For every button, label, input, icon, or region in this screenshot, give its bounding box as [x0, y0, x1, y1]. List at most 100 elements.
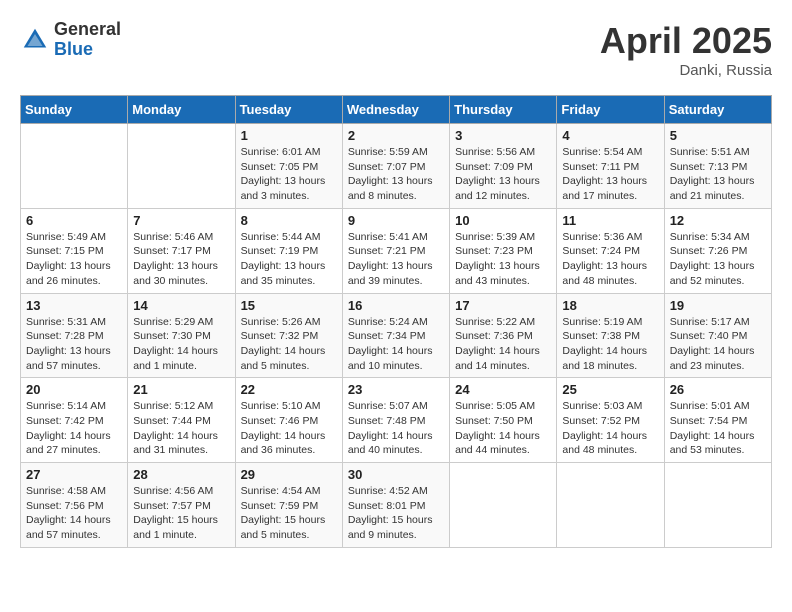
logo-general: General — [54, 20, 121, 40]
page-header: General Blue April 2025 Danki, Russia — [20, 20, 772, 79]
day-number: 1 — [241, 128, 337, 143]
day-detail: Sunrise: 5:36 AM Sunset: 7:24 PM Dayligh… — [562, 230, 658, 289]
day-detail: Sunrise: 4:58 AM Sunset: 7:56 PM Dayligh… — [26, 484, 122, 543]
day-detail: Sunrise: 4:54 AM Sunset: 7:59 PM Dayligh… — [241, 484, 337, 543]
day-number: 17 — [455, 298, 551, 313]
calendar-week-row: 20 Sunrise: 5:14 AM Sunset: 7:42 PM Dayli… — [21, 378, 772, 463]
logo-icon — [20, 25, 50, 55]
day-detail: Sunrise: 5:10 AM Sunset: 7:46 PM Dayligh… — [241, 399, 337, 458]
table-row: 8 Sunrise: 5:44 AM Sunset: 7:19 PM Daylig… — [235, 208, 342, 293]
day-number: 4 — [562, 128, 658, 143]
table-row: 30Sunrise: 4:52 AM Sunset: 8:01 PM Dayli… — [342, 463, 449, 548]
table-row: 9 Sunrise: 5:41 AM Sunset: 7:21 PM Daylig… — [342, 208, 449, 293]
table-row: 22 Sunrise: 5:10 AM Sunset: 7:46 PM Dayli… — [235, 378, 342, 463]
day-number: 12 — [670, 213, 766, 228]
day-detail: Sunrise: 5:49 AM Sunset: 7:15 PM Dayligh… — [26, 230, 122, 289]
table-row — [128, 124, 235, 209]
day-detail: Sunrise: 5:26 AM Sunset: 7:32 PM Dayligh… — [241, 315, 337, 374]
day-number: 20 — [26, 382, 122, 397]
table-row: 23 Sunrise: 5:07 AM Sunset: 7:48 PM Dayli… — [342, 378, 449, 463]
day-number: 8 — [241, 213, 337, 228]
calendar-table: Sunday Monday Tuesday Wednesday Thursday… — [20, 95, 772, 548]
col-sunday: Sunday — [21, 96, 128, 124]
day-number: 28 — [133, 467, 229, 482]
day-number: 27 — [26, 467, 122, 482]
day-number: 13 — [26, 298, 122, 313]
day-detail: Sunrise: 5:03 AM Sunset: 7:52 PM Dayligh… — [562, 399, 658, 458]
day-number: 3 — [455, 128, 551, 143]
day-detail: Sunrise: 5:19 AM Sunset: 7:38 PM Dayligh… — [562, 315, 658, 374]
day-detail: Sunrise: 5:41 AM Sunset: 7:21 PM Dayligh… — [348, 230, 444, 289]
day-detail: Sunrise: 5:44 AM Sunset: 7:19 PM Dayligh… — [241, 230, 337, 289]
day-detail: Sunrise: 5:14 AM Sunset: 7:42 PM Dayligh… — [26, 399, 122, 458]
day-detail: Sunrise: 5:34 AM Sunset: 7:26 PM Dayligh… — [670, 230, 766, 289]
calendar-week-row: 1 Sunrise: 6:01 AM Sunset: 7:05 PM Daylig… — [21, 124, 772, 209]
logo-blue: Blue — [54, 40, 121, 60]
col-friday: Friday — [557, 96, 664, 124]
table-row: 5Sunrise: 5:51 AM Sunset: 7:13 PM Daylig… — [664, 124, 771, 209]
day-number: 11 — [562, 213, 658, 228]
table-row — [450, 463, 557, 548]
col-monday: Monday — [128, 96, 235, 124]
day-number: 29 — [241, 467, 337, 482]
title-block: April 2025 Danki, Russia — [600, 20, 772, 79]
day-detail: Sunrise: 5:56 AM Sunset: 7:09 PM Dayligh… — [455, 145, 551, 204]
table-row: 11 Sunrise: 5:36 AM Sunset: 7:24 PM Dayli… — [557, 208, 664, 293]
logo-text: General Blue — [54, 20, 121, 60]
table-row — [21, 124, 128, 209]
calendar-week-row: 13 Sunrise: 5:31 AM Sunset: 7:28 PM Dayli… — [21, 293, 772, 378]
day-number: 23 — [348, 382, 444, 397]
day-number: 16 — [348, 298, 444, 313]
day-number: 10 — [455, 213, 551, 228]
table-row: 1 Sunrise: 6:01 AM Sunset: 7:05 PM Daylig… — [235, 124, 342, 209]
day-detail: Sunrise: 5:31 AM Sunset: 7:28 PM Dayligh… — [26, 315, 122, 374]
table-row: 26 Sunrise: 5:01 AM Sunset: 7:54 PM Dayli… — [664, 378, 771, 463]
table-row — [664, 463, 771, 548]
day-detail: Sunrise: 5:05 AM Sunset: 7:50 PM Dayligh… — [455, 399, 551, 458]
table-row: 12 Sunrise: 5:34 AM Sunset: 7:26 PM Dayli… — [664, 208, 771, 293]
table-row: 14 Sunrise: 5:29 AM Sunset: 7:30 PM Dayli… — [128, 293, 235, 378]
day-number: 22 — [241, 382, 337, 397]
table-row: 18 Sunrise: 5:19 AM Sunset: 7:38 PM Dayli… — [557, 293, 664, 378]
table-row — [557, 463, 664, 548]
col-saturday: Saturday — [664, 96, 771, 124]
day-detail: Sunrise: 6:01 AM Sunset: 7:05 PM Dayligh… — [241, 145, 337, 204]
day-number: 21 — [133, 382, 229, 397]
day-number: 15 — [241, 298, 337, 313]
day-number: 19 — [670, 298, 766, 313]
table-row: 25 Sunrise: 5:03 AM Sunset: 7:52 PM Dayli… — [557, 378, 664, 463]
day-detail: Sunrise: 5:12 AM Sunset: 7:44 PM Dayligh… — [133, 399, 229, 458]
table-row: 16 Sunrise: 5:24 AM Sunset: 7:34 PM Dayli… — [342, 293, 449, 378]
day-detail: Sunrise: 5:07 AM Sunset: 7:48 PM Dayligh… — [348, 399, 444, 458]
table-row: 20 Sunrise: 5:14 AM Sunset: 7:42 PM Dayli… — [21, 378, 128, 463]
day-number: 18 — [562, 298, 658, 313]
day-detail: Sunrise: 5:46 AM Sunset: 7:17 PM Dayligh… — [133, 230, 229, 289]
day-number: 9 — [348, 213, 444, 228]
day-detail: Sunrise: 5:22 AM Sunset: 7:36 PM Dayligh… — [455, 315, 551, 374]
day-detail: Sunrise: 5:59 AM Sunset: 7:07 PM Dayligh… — [348, 145, 444, 204]
day-number: 26 — [670, 382, 766, 397]
table-row: 2 Sunrise: 5:59 AM Sunset: 7:07 PM Daylig… — [342, 124, 449, 209]
table-row: 3 Sunrise: 5:56 AM Sunset: 7:09 PM Daylig… — [450, 124, 557, 209]
day-detail: Sunrise: 5:39 AM Sunset: 7:23 PM Dayligh… — [455, 230, 551, 289]
day-detail: Sunrise: 5:29 AM Sunset: 7:30 PM Dayligh… — [133, 315, 229, 374]
day-number: 7 — [133, 213, 229, 228]
table-row: 19 Sunrise: 5:17 AM Sunset: 7:40 PM Dayli… — [664, 293, 771, 378]
calendar-week-row: 27 Sunrise: 4:58 AM Sunset: 7:56 PM Dayli… — [21, 463, 772, 548]
table-row: 6Sunrise: 5:49 AM Sunset: 7:15 PM Daylig… — [21, 208, 128, 293]
day-number: 25 — [562, 382, 658, 397]
day-number: 2 — [348, 128, 444, 143]
day-detail: Sunrise: 5:01 AM Sunset: 7:54 PM Dayligh… — [670, 399, 766, 458]
table-row: 24Sunrise: 5:05 AM Sunset: 7:50 PM Dayli… — [450, 378, 557, 463]
day-number: 14 — [133, 298, 229, 313]
table-row: 4 Sunrise: 5:54 AM Sunset: 7:11 PM Daylig… — [557, 124, 664, 209]
day-detail: Sunrise: 5:17 AM Sunset: 7:40 PM Dayligh… — [670, 315, 766, 374]
location: Danki, Russia — [600, 62, 772, 79]
col-wednesday: Wednesday — [342, 96, 449, 124]
table-row: 10 Sunrise: 5:39 AM Sunset: 7:23 PM Dayli… — [450, 208, 557, 293]
month-title: April 2025 — [600, 20, 772, 62]
day-detail: Sunrise: 5:24 AM Sunset: 7:34 PM Dayligh… — [348, 315, 444, 374]
table-row: 15 Sunrise: 5:26 AM Sunset: 7:32 PM Dayli… — [235, 293, 342, 378]
day-detail: Sunrise: 5:54 AM Sunset: 7:11 PM Dayligh… — [562, 145, 658, 204]
day-number: 5 — [670, 128, 766, 143]
